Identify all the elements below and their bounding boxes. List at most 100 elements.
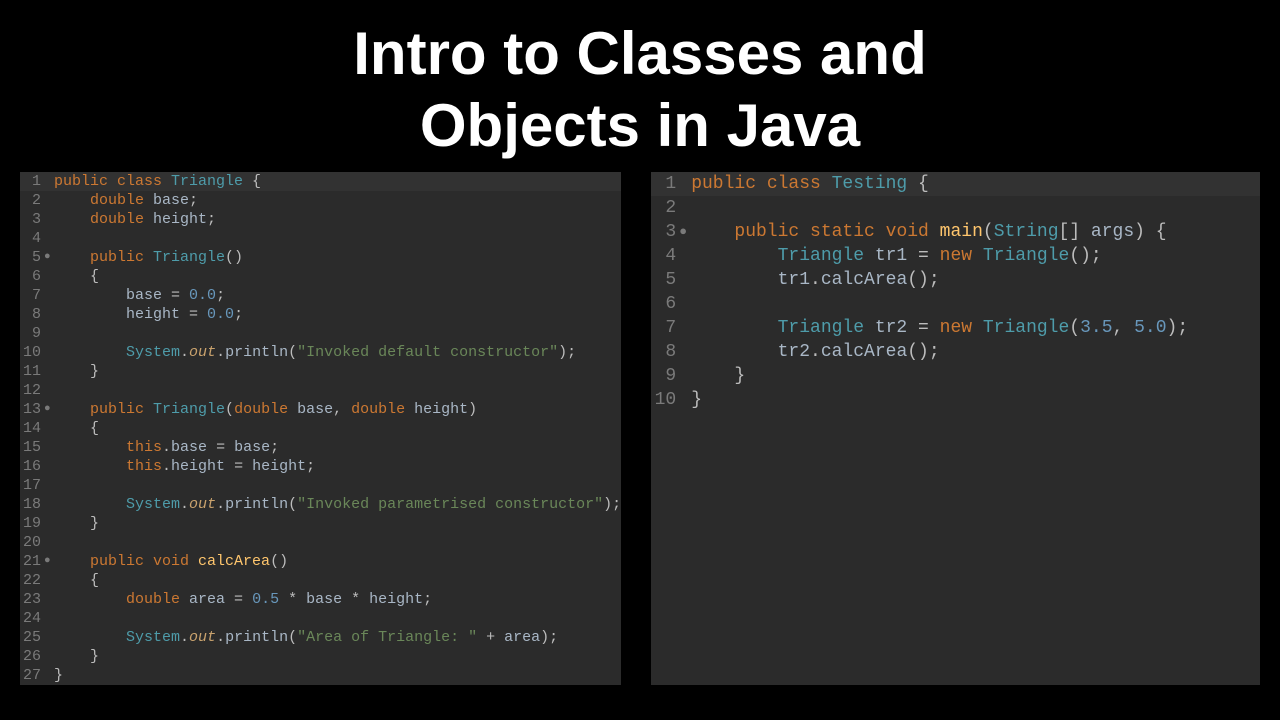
- gutter-marker: [679, 388, 691, 412]
- line-number: 3: [20, 210, 44, 229]
- gutter-marker: [44, 229, 54, 248]
- code-line: 16 this.height = height;: [20, 457, 621, 476]
- code-line: 8 tr2.calcArea();: [651, 340, 1260, 364]
- code-line: 6 {: [20, 267, 621, 286]
- line-number: 4: [651, 244, 679, 268]
- line-number: 16: [20, 457, 44, 476]
- gutter-marker: [44, 533, 54, 552]
- line-number: 5: [20, 248, 44, 267]
- code-content: System.out.println("Invoked default cons…: [54, 343, 621, 362]
- code-content: {: [54, 419, 621, 438]
- line-number: 15: [20, 438, 44, 457]
- code-content: Triangle tr1 = new Triangle();: [691, 244, 1260, 268]
- gutter-marker: [679, 316, 691, 340]
- gutter-marker: ●: [679, 220, 691, 244]
- slide-title: Intro to Classes and Objects in Java: [0, 0, 1280, 172]
- gutter-marker: [44, 191, 54, 210]
- code-line: 5 tr1.calcArea();: [651, 268, 1260, 292]
- gutter-marker: [679, 340, 691, 364]
- line-number: 11: [20, 362, 44, 381]
- code-content: double height;: [54, 210, 621, 229]
- line-number: 24: [20, 609, 44, 628]
- code-content: }: [54, 514, 621, 533]
- code-content: tr1.calcArea();: [691, 268, 1260, 292]
- line-number: 10: [20, 343, 44, 362]
- code-content: }: [54, 362, 621, 381]
- code-content: System.out.println("Invoked parametrised…: [54, 495, 621, 514]
- gutter-marker: ●: [44, 552, 54, 571]
- gutter-marker: [44, 172, 54, 191]
- code-content: }: [691, 388, 1260, 412]
- gutter-marker: [44, 381, 54, 400]
- gutter-marker: [44, 590, 54, 609]
- code-line: 22 {: [20, 571, 621, 590]
- line-number: 25: [20, 628, 44, 647]
- code-line: 26 }: [20, 647, 621, 666]
- code-content: height = 0.0;: [54, 305, 621, 324]
- line-number: 13: [20, 400, 44, 419]
- gutter-marker: [44, 457, 54, 476]
- code-content: [691, 292, 1260, 316]
- gutter-marker: [44, 267, 54, 286]
- code-line: 2: [651, 196, 1260, 220]
- code-content: public Triangle(double base, double heig…: [54, 400, 621, 419]
- code-line: 9: [20, 324, 621, 343]
- gutter-marker: [44, 305, 54, 324]
- code-content: {: [54, 571, 621, 590]
- code-line: 15 this.base = base;: [20, 438, 621, 457]
- code-line: 18 System.out.println("Invoked parametri…: [20, 495, 621, 514]
- code-content: public class Testing {: [691, 172, 1260, 196]
- line-number: 4: [20, 229, 44, 248]
- code-content: [54, 381, 621, 400]
- code-line: 3 double height;: [20, 210, 621, 229]
- title-line-1: Intro to Classes and: [0, 18, 1280, 90]
- code-line: 13● public Triangle(double base, double …: [20, 400, 621, 419]
- code-line: 8 height = 0.0;: [20, 305, 621, 324]
- gutter-marker: [44, 495, 54, 514]
- code-panel-triangle: 1public class Triangle {2 double base;3 …: [20, 172, 621, 685]
- code-line: 23 double area = 0.5 * base * height;: [20, 590, 621, 609]
- gutter-marker: [679, 196, 691, 220]
- code-content: {: [54, 267, 621, 286]
- code-panels: 1public class Triangle {2 double base;3 …: [0, 172, 1280, 685]
- line-number: 14: [20, 419, 44, 438]
- gutter-marker: [44, 438, 54, 457]
- gutter-marker: [44, 324, 54, 343]
- line-number: 8: [651, 340, 679, 364]
- code-line: 7 Triangle tr2 = new Triangle(3.5, 5.0);: [651, 316, 1260, 340]
- gutter-marker: [44, 210, 54, 229]
- code-line: 10}: [651, 388, 1260, 412]
- code-content: this.height = height;: [54, 457, 621, 476]
- gutter-marker: [679, 292, 691, 316]
- gutter-marker: [44, 343, 54, 362]
- line-number: 9: [20, 324, 44, 343]
- code-line: 9 }: [651, 364, 1260, 388]
- code-content: }: [54, 647, 621, 666]
- line-number: 2: [651, 196, 679, 220]
- code-content: [54, 229, 621, 248]
- line-number: 21: [20, 552, 44, 571]
- line-number: 2: [20, 191, 44, 210]
- code-content: [54, 609, 621, 628]
- line-number: 26: [20, 647, 44, 666]
- code-content: [54, 476, 621, 495]
- code-content: tr2.calcArea();: [691, 340, 1260, 364]
- gutter-marker: [679, 268, 691, 292]
- code-line: 6: [651, 292, 1260, 316]
- code-line: 20: [20, 533, 621, 552]
- line-number: 6: [20, 267, 44, 286]
- code-line: 17: [20, 476, 621, 495]
- line-number: 1: [651, 172, 679, 196]
- code-line: 12: [20, 381, 621, 400]
- code-content: System.out.println("Area of Triangle: " …: [54, 628, 621, 647]
- gutter-marker: [679, 364, 691, 388]
- code-content: public Triangle(): [54, 248, 621, 267]
- gutter-marker: [44, 647, 54, 666]
- line-number: 19: [20, 514, 44, 533]
- code-content: [691, 196, 1260, 220]
- code-content: [54, 324, 621, 343]
- code-line: 10 System.out.println("Invoked default c…: [20, 343, 621, 362]
- gutter-marker: [44, 628, 54, 647]
- line-number: 9: [651, 364, 679, 388]
- line-number: 8: [20, 305, 44, 324]
